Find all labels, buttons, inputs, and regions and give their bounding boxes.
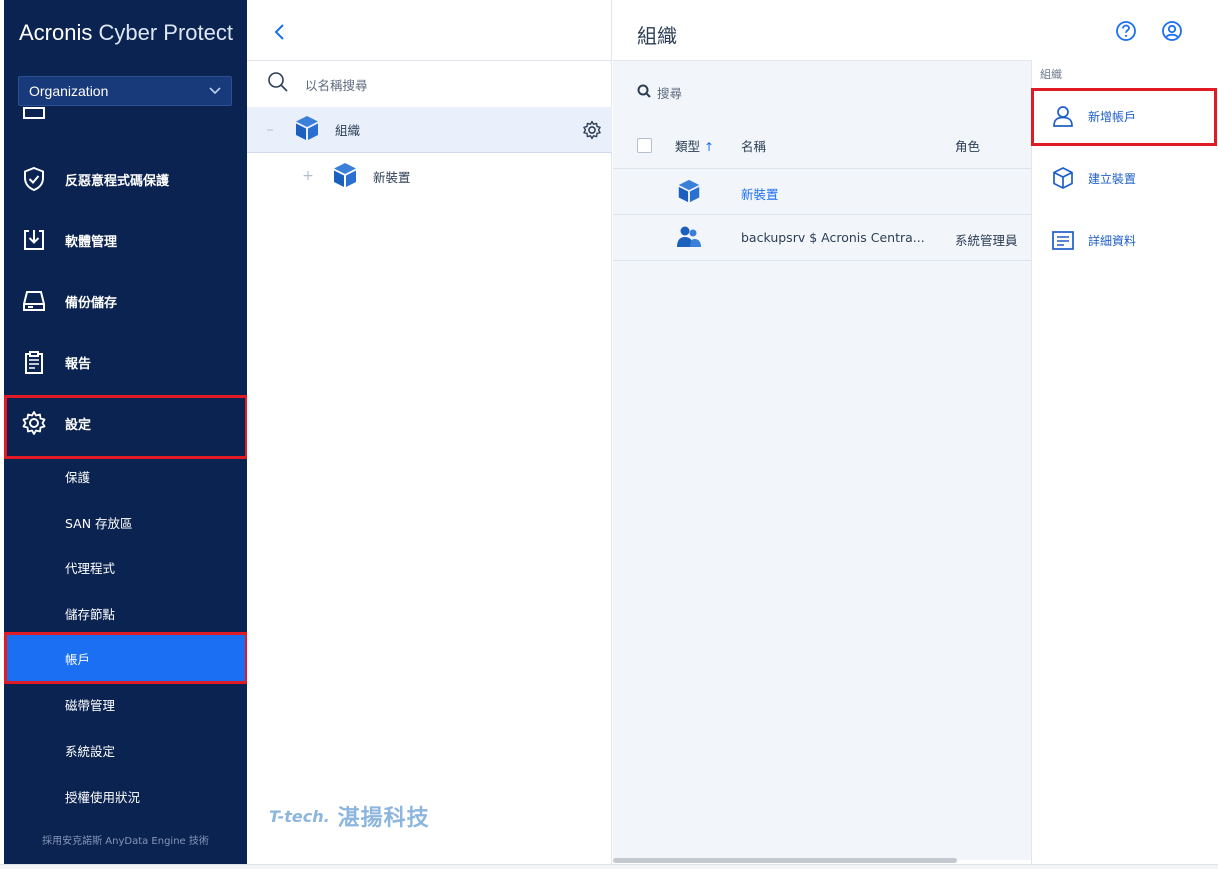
table-row[interactable]: 新裝置 (613, 169, 1031, 215)
tree-node-organization[interactable]: – 組織 (247, 107, 612, 153)
sidebar-subitem-protection[interactable]: 保護 (4, 453, 247, 499)
cube-icon (676, 178, 702, 207)
brand-product: Cyber Protect (98, 20, 233, 45)
sidebar-item-label: 備份儲存 (65, 295, 118, 311)
user-add-icon (1050, 103, 1076, 129)
sidebar: Acronis Cyber Protect Organization 反惡意程式… (4, 0, 247, 864)
tree-node-label: 組織 (335, 123, 361, 138)
tree-search-field[interactable]: 以名稱搜尋 (247, 60, 612, 107)
sidebar-subitem-label: 授權使用狀況 (65, 789, 141, 805)
brand-logo: Acronis Cyber Protect (19, 20, 233, 46)
content-area: 搜尋 類型 ↑ 名稱 角色 新裝置 backupsrv $ Acronis Ce… (613, 60, 1031, 860)
window-bottom-edge (0, 864, 1218, 869)
add-account-label: 新增帳戶 (1088, 109, 1137, 124)
monitor-icon (20, 100, 48, 125)
details-list-icon (1050, 227, 1076, 253)
sidebar-subitem-label: 代理程式 (65, 560, 116, 576)
help-icon[interactable] (1113, 18, 1139, 44)
cube-outline-icon (1050, 165, 1076, 191)
add-account-button[interactable]: 新增帳戶 (1032, 88, 1218, 144)
main-search-placeholder: 搜尋 (657, 86, 683, 101)
sidebar-item-reports[interactable]: 報告 (4, 337, 247, 387)
shield-check-icon (20, 165, 48, 193)
search-icon (637, 84, 657, 101)
account-icon[interactable] (1159, 18, 1185, 44)
sidebar-item-label: 設定 (65, 417, 92, 433)
search-icon (267, 71, 289, 97)
tree-panel: 以名稱搜尋 – 組織 + 新裝置 T-tech. 湛揚科技 (247, 0, 612, 864)
row-role: 系統管理員 (955, 233, 1018, 248)
collapse-toggle[interactable]: – (263, 122, 277, 138)
users-icon (676, 225, 702, 252)
sidebar-subitem-accounts[interactable]: 帳戶 (4, 635, 247, 681)
sidebar-subitem-tape-management[interactable]: 磁帶管理 (4, 681, 247, 727)
sidebar-item-backup-storage[interactable]: 備份儲存 (4, 276, 247, 326)
sidebar-item-label: 軟體管理 (65, 234, 118, 250)
row-name-link[interactable]: 新裝置 (741, 184, 779, 203)
sidebar-subitem-san-storage[interactable]: SAN 存放區 (4, 499, 247, 545)
table-row[interactable]: backupsrv $ Acronis Centra... 系統管理員 (613, 215, 1031, 261)
expand-toggle[interactable]: + (301, 168, 315, 184)
main-panel: 組織 搜尋 類型 ↑ 名稱 角色 新裝置 backupsrv $ Acronis… (613, 0, 1218, 864)
sidebar-subitem-system-settings[interactable]: 系統設定 (4, 727, 247, 773)
cube-icon (331, 161, 359, 192)
actions-panel-title: 組織 (1040, 68, 1062, 81)
column-header-role[interactable]: 角色 (955, 136, 980, 155)
sidebar-item-partial[interactable] (4, 100, 247, 130)
sidebar-subitem-license-usage[interactable]: 授權使用狀況 (4, 773, 247, 819)
sidebar-item-label: 反惡意程式碼保護 (65, 173, 170, 189)
tree-node-label: 新裝置 (373, 169, 411, 185)
sidebar-subitem-label: 保護 (65, 469, 91, 485)
gear-icon[interactable] (582, 120, 602, 143)
sidebar-subitem-agents[interactable]: 代理程式 (4, 544, 247, 590)
page-title: 組織 (637, 24, 677, 48)
clipboard-report-icon (20, 348, 48, 376)
sidebar-subitem-label: SAN 存放區 (65, 515, 133, 531)
column-header-type-label: 類型 (675, 139, 701, 154)
sidebar-subitem-storage-nodes[interactable]: 儲存節點 (4, 590, 247, 636)
chevron-down-icon (209, 84, 221, 98)
back-button[interactable] (265, 18, 293, 46)
gear-icon (20, 409, 48, 437)
download-box-icon (20, 226, 48, 254)
select-all-checkbox[interactable] (637, 138, 652, 153)
cube-icon (293, 114, 321, 145)
sidebar-footer: 採用安克諾斯 AnyData Engine 技術 (42, 836, 209, 847)
column-header-name[interactable]: 名稱 (741, 136, 766, 155)
sidebar-subitem-label: 磁帶管理 (65, 697, 116, 713)
column-header-type[interactable]: 類型 ↑ (675, 136, 714, 155)
brand-name: Acronis (19, 20, 93, 45)
sidebar-item-antimalware[interactable]: 反惡意程式碼保護 (4, 154, 247, 204)
sidebar-subitem-label: 儲存節點 (65, 606, 116, 622)
details-label: 詳細資料 (1088, 233, 1137, 248)
organization-select-value: Organization (29, 83, 109, 99)
sidebar-subitem-label: 帳戶 (65, 651, 91, 667)
sidebar-item-label: 報告 (65, 356, 92, 372)
actions-panel: 組織 新增帳戶 建立裝置 詳細資料 (1031, 60, 1218, 864)
create-device-label: 建立裝置 (1088, 171, 1137, 186)
sort-ascending-icon: ↑ (704, 140, 715, 154)
sidebar-subitem-label: 系統設定 (65, 743, 116, 759)
app-window: Acronis Cyber Protect Organization 反惡意程式… (0, 0, 1218, 869)
tree-node-new-device[interactable]: + 新裝置 (247, 153, 612, 199)
horizontal-scrollbar[interactable] (613, 858, 957, 863)
sidebar-item-settings[interactable]: 設定 (4, 398, 247, 448)
storage-drive-icon (20, 287, 48, 315)
watermark-text: 湛揚科技 (337, 806, 430, 831)
sidebar-item-software[interactable]: 軟體管理 (4, 215, 247, 265)
tree-search-placeholder: 以名稱搜尋 (305, 77, 368, 93)
main-search-field[interactable]: 搜尋 (637, 83, 682, 102)
row-name[interactable]: backupsrv $ Acronis Centra... (741, 230, 925, 245)
watermark: T-tech. 湛揚科技 (269, 800, 430, 832)
create-device-button[interactable]: 建立裝置 (1032, 150, 1218, 206)
table-header: 類型 ↑ 名稱 角色 (613, 123, 1031, 169)
details-button[interactable]: 詳細資料 (1032, 212, 1218, 268)
watermark-logo: T-tech. (269, 806, 330, 826)
